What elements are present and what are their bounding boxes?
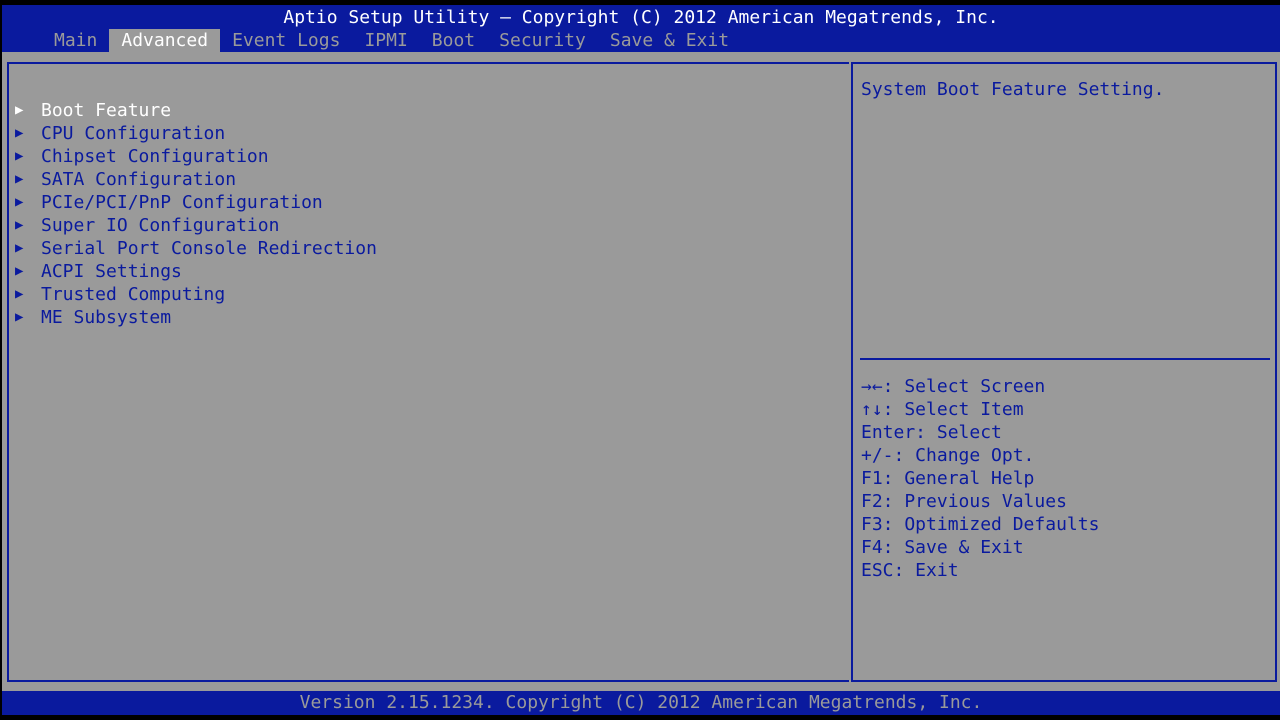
key-optimized-defaults: F3: Optimized Defaults — [861, 514, 1100, 535]
submenu-arrow-icon: ▶ — [15, 125, 24, 141]
tab-save-exit[interactable]: Save & Exit — [598, 29, 741, 52]
key-select-item: ↑↓: Select Item — [861, 399, 1024, 420]
key-escape-exit: ESC: Exit — [861, 560, 959, 581]
submenu-arrow-icon: ▶ — [15, 263, 24, 279]
menu-item-super-io-configuration[interactable]: ▶ Super IO Configuration — [15, 214, 377, 237]
submenu-arrow-icon: ▶ — [15, 217, 24, 233]
version-text: Version 2.15.1234. Copyright (C) 2012 Am… — [299, 692, 983, 713]
tab-main[interactable]: Main — [42, 29, 109, 52]
key-change-option: +/-: Change Opt. — [861, 445, 1035, 466]
tab-event-logs[interactable]: Event Logs — [220, 29, 352, 52]
key-save-exit: F4: Save & Exit — [861, 537, 1024, 558]
menu-item-trusted-computing[interactable]: ▶ Trusted Computing — [15, 283, 377, 306]
utility-title: Aptio Setup Utility – Copyright (C) 2012… — [283, 7, 999, 28]
tab-bar: Main Advanced Event Logs IPMI Boot Secur… — [42, 29, 741, 52]
item-help-text: System Boot Feature Setting. — [861, 79, 1165, 100]
menu-item-sata-configuration[interactable]: ▶ SATA Configuration — [15, 168, 377, 191]
menu-item-label: Trusted Computing — [41, 284, 226, 305]
submenu-arrow-icon: ▶ — [15, 309, 24, 325]
menu-item-label: Super IO Configuration — [41, 215, 280, 236]
menu-item-cpu-configuration[interactable]: ▶ CPU Configuration — [15, 122, 377, 145]
menu-item-label: ACPI Settings — [41, 261, 182, 282]
submenu-arrow-icon: ▶ — [15, 286, 24, 302]
menu-item-label: ME Subsystem — [41, 307, 172, 328]
key-select-screen: →←: Select Screen — [861, 376, 1046, 397]
submenu-arrow-icon: ▶ — [15, 171, 24, 187]
menu-item-me-subsystem[interactable]: ▶ ME Subsystem — [15, 306, 377, 329]
title-bar: Aptio Setup Utility – Copyright (C) 2012… — [2, 5, 1280, 52]
menu-item-acpi-settings[interactable]: ▶ ACPI Settings — [15, 260, 377, 283]
menu-item-pcie-pci-pnp-configuration[interactable]: ▶ PCIe/PCI/PnP Configuration — [15, 191, 377, 214]
submenu-arrow-icon: ▶ — [15, 194, 24, 210]
menu-item-label: SATA Configuration — [41, 169, 237, 190]
key-enter-select: Enter: Select — [861, 422, 1002, 443]
help-divider — [860, 358, 1270, 360]
key-legend: →←: Select Screen ↑↓: Select Item Enter:… — [861, 375, 1099, 582]
menu-item-boot-feature[interactable]: ▶ Boot Feature — [15, 99, 377, 122]
menu-item-label: PCIe/PCI/PnP Configuration — [41, 192, 323, 213]
tab-boot[interactable]: Boot — [420, 29, 487, 52]
settings-panel: ▶ Boot Feature ▶ CPU Configuration ▶ Chi… — [7, 62, 849, 682]
menu-item-label: Serial Port Console Redirection — [41, 238, 377, 259]
tab-ipmi[interactable]: IPMI — [352, 29, 419, 52]
key-general-help: F1: General Help — [861, 468, 1035, 489]
key-previous-values: F2: Previous Values — [861, 491, 1067, 512]
tab-advanced[interactable]: Advanced — [109, 29, 221, 52]
advanced-menu: ▶ Boot Feature ▶ CPU Configuration ▶ Chi… — [15, 99, 377, 329]
menu-item-label: CPU Configuration — [41, 123, 226, 144]
menu-item-chipset-configuration[interactable]: ▶ Chipset Configuration — [15, 145, 377, 168]
tab-security[interactable]: Security — [487, 29, 598, 52]
bios-screen: Aptio Setup Utility – Copyright (C) 2012… — [2, 5, 1280, 715]
submenu-arrow-icon: ▶ — [15, 240, 24, 256]
submenu-arrow-icon: ▶ — [15, 148, 24, 164]
menu-item-label: Chipset Configuration — [41, 146, 269, 167]
submenu-arrow-icon: ▶ — [15, 102, 24, 118]
status-bar: Version 2.15.1234. Copyright (C) 2012 Am… — [2, 691, 1280, 715]
menu-item-serial-port-console-redirection[interactable]: ▶ Serial Port Console Redirection — [15, 237, 377, 260]
menu-item-label: Boot Feature — [41, 100, 172, 121]
help-panel: System Boot Feature Setting. →←: Select … — [851, 62, 1277, 682]
